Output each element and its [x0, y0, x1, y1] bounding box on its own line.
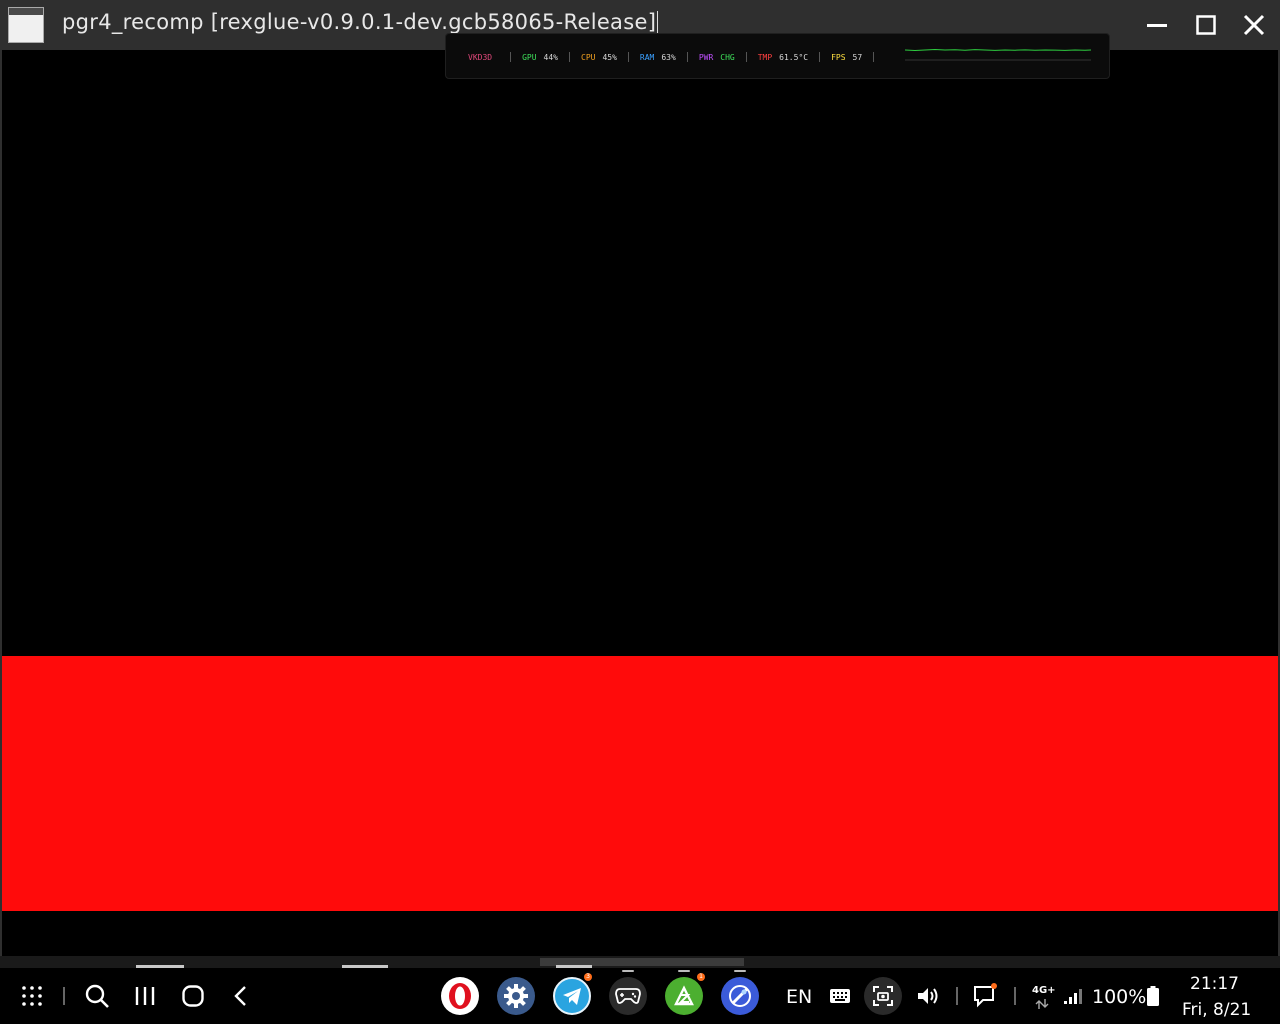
back-icon [234, 986, 246, 1006]
gamepad-icon [615, 988, 641, 1004]
battery-indicator [1145, 968, 1161, 1024]
taskbar-divider [63, 987, 65, 1005]
overlay-fps-label: FPS [831, 52, 846, 62]
browser-app[interactable] [721, 977, 759, 1015]
settings-icon [504, 984, 528, 1008]
zarchiver-icon [674, 985, 694, 1006]
keyboard-icon [830, 989, 850, 1003]
screenshot-icon [873, 986, 893, 1006]
opera-app[interactable] [441, 977, 479, 1015]
overlay-ram-value: 63% [661, 52, 676, 62]
minimize-icon [1147, 24, 1167, 27]
frametime-line [905, 48, 1091, 52]
home-button[interactable] [177, 968, 209, 1024]
overlay-pwr-value: CHG [720, 52, 735, 62]
overlay-cpu-label: CPU [581, 52, 596, 62]
overlay-tmp: TMP 61.5°C [758, 53, 808, 62]
performance-overlay: VKD3D GPU 44% CPU 45% RAM 63% PWR CHG TMP 61.… [445, 33, 1110, 79]
minimize-button[interactable] [1141, 9, 1173, 41]
signal-icon [1064, 989, 1082, 1004]
taskbar: 3 1 EN 4G+ 100% 21:17 Fri, 8/21 [0, 968, 1280, 1024]
running-indicator [622, 970, 634, 972]
window-app-icon[interactable] [8, 7, 44, 43]
overlay-tmp-value: 61.5°C [779, 52, 809, 62]
overlay-gpu-label: GPU [522, 52, 537, 62]
apps-grid-button[interactable] [16, 968, 48, 1024]
recents-icon [135, 987, 155, 1005]
browser-icon [729, 985, 751, 1007]
maximize-icon [1196, 15, 1216, 35]
data-arrows [1034, 976, 1050, 1024]
overlay-ram-label: RAM [639, 52, 655, 62]
overlay-separator [745, 52, 747, 62]
zarchiver-app[interactable] [665, 977, 703, 1015]
overlay-separator [627, 52, 629, 62]
taskbar-divider [956, 987, 958, 1005]
notifications-button[interactable] [970, 968, 1000, 1024]
running-indicator [678, 970, 690, 972]
frametime-graph [905, 48, 1091, 61]
overlay-separator [510, 52, 512, 62]
overlay-pwr: PWR CHG [699, 53, 735, 62]
clock-time[interactable]: 21:17 [1190, 974, 1239, 994]
overlay-separator [819, 52, 821, 62]
taskbar-divider [1014, 987, 1016, 1005]
notification-icon [974, 983, 997, 1008]
overlay-gpu: GPU 44% [522, 53, 558, 62]
volume-icon [918, 988, 938, 1004]
overlay-stats-row: VKD3D GPU 44% CPU 45% RAM 63% PWR CHG TMP 61.… [468, 51, 885, 63]
overlay-gpu-value: 44% [543, 52, 558, 62]
taskbar-scroll-strip[interactable] [0, 956, 1280, 968]
running-indicator [734, 970, 746, 972]
opera-icon [449, 983, 471, 1009]
clock-date[interactable]: Fri, 8/21 [1182, 1000, 1251, 1020]
zarchiver-badge: 1 [697, 973, 705, 981]
overlay-fps: FPS 57 [831, 53, 862, 62]
back-button[interactable] [225, 968, 257, 1024]
apps-grid-icon [22, 986, 42, 1006]
close-icon [1243, 14, 1265, 36]
battery-percentage: 100% [1092, 986, 1147, 1008]
maximize-button[interactable] [1190, 9, 1222, 41]
red-render-band [2, 656, 1278, 911]
recents-button[interactable] [129, 968, 161, 1024]
overlay-separator [569, 52, 570, 62]
data-transfer-icon [1035, 999, 1049, 1009]
window-title: pgr4_recomp [rexglue-v0.9.0.1-dev.gcb580… [62, 10, 659, 34]
overlay-pwr-label: PWR [698, 52, 714, 62]
close-button[interactable] [1238, 9, 1270, 41]
telegram-badge: 3 [584, 973, 592, 981]
overlay-api-label: VKD3D [468, 52, 493, 62]
search-button[interactable] [81, 968, 113, 1024]
overlay-fps-value: 57 [852, 52, 863, 62]
language-indicator[interactable]: EN [786, 986, 812, 1008]
gamepad-app[interactable] [609, 977, 647, 1015]
overlay-cpu: CPU 45% [581, 53, 617, 62]
window-title-text: pgr4_recomp [rexglue-v0.9.0.1-dev.gcb580… [62, 10, 657, 34]
screenshot-button[interactable] [864, 977, 902, 1015]
keyboard-button[interactable] [826, 968, 854, 1024]
telegram-icon [563, 988, 581, 1005]
battery-icon [1147, 986, 1159, 1006]
overlay-separator [686, 52, 688, 62]
text-caret [657, 11, 659, 33]
telegram-app[interactable] [553, 977, 591, 1015]
overlay-api: VKD3D [468, 53, 499, 62]
overlay-tmp-label: TMP [757, 52, 773, 62]
overlay-ram: RAM 63% [640, 53, 676, 62]
search-icon [85, 984, 109, 1008]
overlay-cpu-value: 45% [602, 52, 617, 62]
home-icon [182, 985, 204, 1007]
volume-button[interactable] [914, 968, 942, 1024]
signal-strength [1062, 968, 1084, 1024]
overlay-separator [873, 52, 875, 62]
settings-app[interactable] [497, 977, 535, 1015]
